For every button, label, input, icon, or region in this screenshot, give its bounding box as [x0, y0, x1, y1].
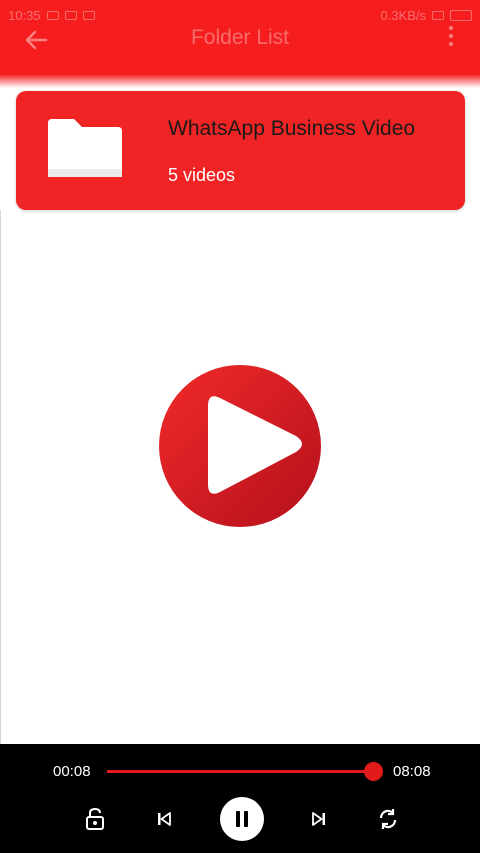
folder-video-count: 5 videos [168, 165, 236, 185]
more-vert-icon[interactable] [446, 26, 456, 52]
seek-progress [107, 770, 373, 773]
notification-icon [64, 10, 77, 20]
seek-thumb[interactable] [364, 762, 383, 781]
battery-icon [450, 9, 472, 21]
skip-previous-icon[interactable] [147, 802, 181, 836]
network-speed: 0.3KB/s [380, 7, 426, 23]
page-title: Folder List [190, 26, 290, 49]
status-right: 0.3KB/s [380, 8, 472, 23]
status-left: 10:35 [8, 8, 380, 23]
skip-next-icon[interactable] [302, 802, 336, 836]
folder-list-item[interactable]: WhatsApp Business Video 5 videos [16, 91, 465, 210]
total-time: 08:08 [393, 763, 431, 780]
current-time: 00:08 [53, 763, 91, 780]
app-bar: Folder List [0, 26, 480, 74]
media-player-bar: 00:08 08:08 [0, 744, 480, 853]
folder-name: WhatsApp Business Video [168, 117, 416, 140]
folder-icon [44, 117, 126, 181]
repeat-icon[interactable] [371, 802, 405, 836]
pause-icon [236, 811, 248, 827]
status-time: 10:35 [8, 7, 41, 23]
seek-bar[interactable] [107, 762, 383, 781]
divider [0, 210, 1, 744]
play-logo-icon [158, 364, 322, 528]
signal-icon [432, 10, 444, 20]
pause-button[interactable] [220, 797, 264, 841]
lock-open-icon[interactable] [78, 802, 112, 836]
app-bar-shadow [0, 74, 480, 88]
notification-icon [82, 10, 95, 20]
notification-icon [46, 10, 59, 20]
